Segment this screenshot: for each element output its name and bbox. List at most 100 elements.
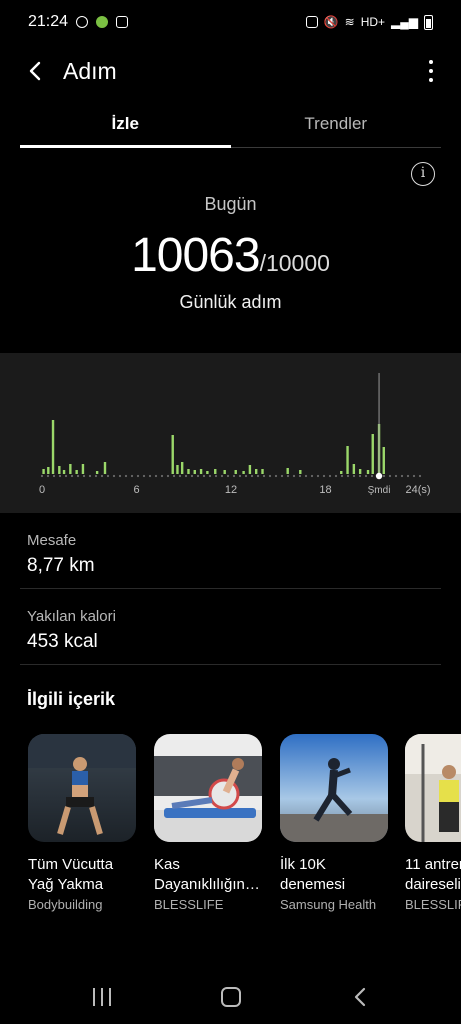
x-tick-label: 24(s) xyxy=(405,484,430,496)
x-tick-label: 0 xyxy=(39,484,45,496)
system-nav-bar xyxy=(0,974,461,1024)
chart-bar xyxy=(171,435,174,474)
more-options-icon[interactable] xyxy=(427,60,435,82)
content-card[interactable]: Kas Dayanıklılığın… BLESSLIFE xyxy=(154,734,262,912)
baseline-dot xyxy=(196,474,200,478)
baseline-dot xyxy=(244,474,248,478)
chart-bar xyxy=(382,447,385,474)
baseline-dot xyxy=(178,474,182,478)
content-source: BLESSLIFE xyxy=(405,897,461,912)
content-card[interactable]: Tüm Vücutta Yağ Yakma Bodybuilding xyxy=(28,734,136,912)
calories-stat[interactable]: Yakılan kalori 453 kcal xyxy=(27,608,441,653)
network-type: HD+ xyxy=(360,15,386,29)
chart-bar xyxy=(69,464,72,474)
back-arrow-icon[interactable] xyxy=(26,59,46,83)
info-icon[interactable]: i xyxy=(411,162,435,186)
x-tick-label: 18 xyxy=(319,484,331,496)
baseline-dot xyxy=(316,474,320,478)
app-bar: Adım xyxy=(0,46,461,98)
baseline-dot xyxy=(166,474,170,478)
chart-canvas: 0 6 12 18 Şmdi 24(s) xyxy=(39,373,431,496)
baseline-dot xyxy=(298,474,302,478)
content-title: Kas Dayanıklılığın… xyxy=(154,856,260,893)
chart-bar xyxy=(340,471,343,474)
hourly-steps-chart[interactable]: 0 6 12 18 Şmdi 24(s) xyxy=(0,353,461,513)
step-value: 10063 xyxy=(131,229,260,282)
nav-back-icon[interactable] xyxy=(352,986,370,1008)
related-content-carousel[interactable]: Tüm Vücutta Yağ Yakma Bodybuilding Kas D… xyxy=(28,734,461,924)
baseline-dot xyxy=(136,474,140,478)
chart-bar xyxy=(62,470,66,474)
baseline-dot xyxy=(292,474,296,478)
baseline-dot xyxy=(202,474,206,478)
chart-bar xyxy=(42,469,45,474)
baseline-dot xyxy=(208,474,212,478)
tab-trendler[interactable]: Trendler xyxy=(231,106,442,147)
baseline-dot xyxy=(250,474,254,478)
baseline-dot xyxy=(172,474,176,478)
baseline-dot xyxy=(142,474,146,478)
distance-stat[interactable]: Mesafe 8,77 km xyxy=(27,532,441,577)
chart-bar xyxy=(187,469,190,474)
baseline-dot xyxy=(364,474,368,478)
app-notification-icon xyxy=(116,16,129,28)
home-icon[interactable] xyxy=(221,987,241,1007)
chart-bar xyxy=(223,470,226,474)
chart-bar xyxy=(299,470,302,474)
baseline-dot xyxy=(394,474,398,478)
baseline-dot xyxy=(118,474,122,478)
content-card[interactable]: İlk 10K denemesi Samsung Health xyxy=(280,734,388,912)
chart-bar xyxy=(214,469,217,474)
x-tick-label: 12 xyxy=(225,484,237,496)
chart-bar xyxy=(51,420,55,474)
baseline-dot xyxy=(154,474,158,478)
baseline-dot xyxy=(358,474,362,478)
baseline-dot xyxy=(370,474,374,478)
baseline-dot xyxy=(190,474,194,478)
chart-bar xyxy=(366,470,370,474)
chart-bar xyxy=(95,471,99,474)
now-marker xyxy=(375,472,383,480)
baseline-dot xyxy=(334,474,338,478)
calories-value: 453 kcal xyxy=(27,631,98,652)
divider xyxy=(20,664,441,665)
chart-bar xyxy=(47,467,50,474)
chart-bar xyxy=(58,466,61,474)
content-card[interactable]: 11 antrenman daireseli BLESSLIFE xyxy=(405,734,461,912)
chart-bar xyxy=(248,465,252,474)
baseline-dot xyxy=(52,474,56,478)
alarm-icon xyxy=(305,16,318,28)
baseline-dot xyxy=(274,474,278,478)
baseline-dot xyxy=(130,474,134,478)
calories-label: Yakılan kalori xyxy=(27,608,116,625)
chart-bar xyxy=(255,469,258,474)
tab-bar: İzle Trendler xyxy=(20,106,441,148)
baseline-dot xyxy=(58,474,62,478)
chart-bar xyxy=(346,446,349,474)
chart-bar xyxy=(176,465,179,474)
recent-apps-icon[interactable] xyxy=(93,988,111,1006)
chart-bar xyxy=(358,469,362,474)
baseline-dot xyxy=(256,474,260,478)
divider xyxy=(20,588,441,589)
daily-steps-caption: Günlük adım xyxy=(179,292,282,312)
baseline-dot xyxy=(76,474,80,478)
tab-izle[interactable]: İzle xyxy=(20,106,231,148)
wifi-icon: ≋ xyxy=(344,15,355,29)
baseline-dot xyxy=(286,474,290,478)
chart-bar xyxy=(352,464,356,474)
baseline-dot xyxy=(304,474,308,478)
chart-bar xyxy=(286,468,289,474)
baseline-dot xyxy=(46,474,50,478)
content-title: Tüm Vücutta Yağ Yakma xyxy=(28,856,114,893)
baseline-dot xyxy=(82,474,86,478)
baseline-dot xyxy=(340,474,344,478)
baseline-dot xyxy=(328,474,332,478)
baseline-dot xyxy=(106,474,110,478)
distance-label: Mesafe xyxy=(27,532,77,549)
baseline-dot xyxy=(148,474,152,478)
baseline-dot xyxy=(388,474,392,478)
chart-bar xyxy=(234,470,237,474)
chart-bar xyxy=(261,469,264,474)
chart-bar xyxy=(75,470,78,474)
